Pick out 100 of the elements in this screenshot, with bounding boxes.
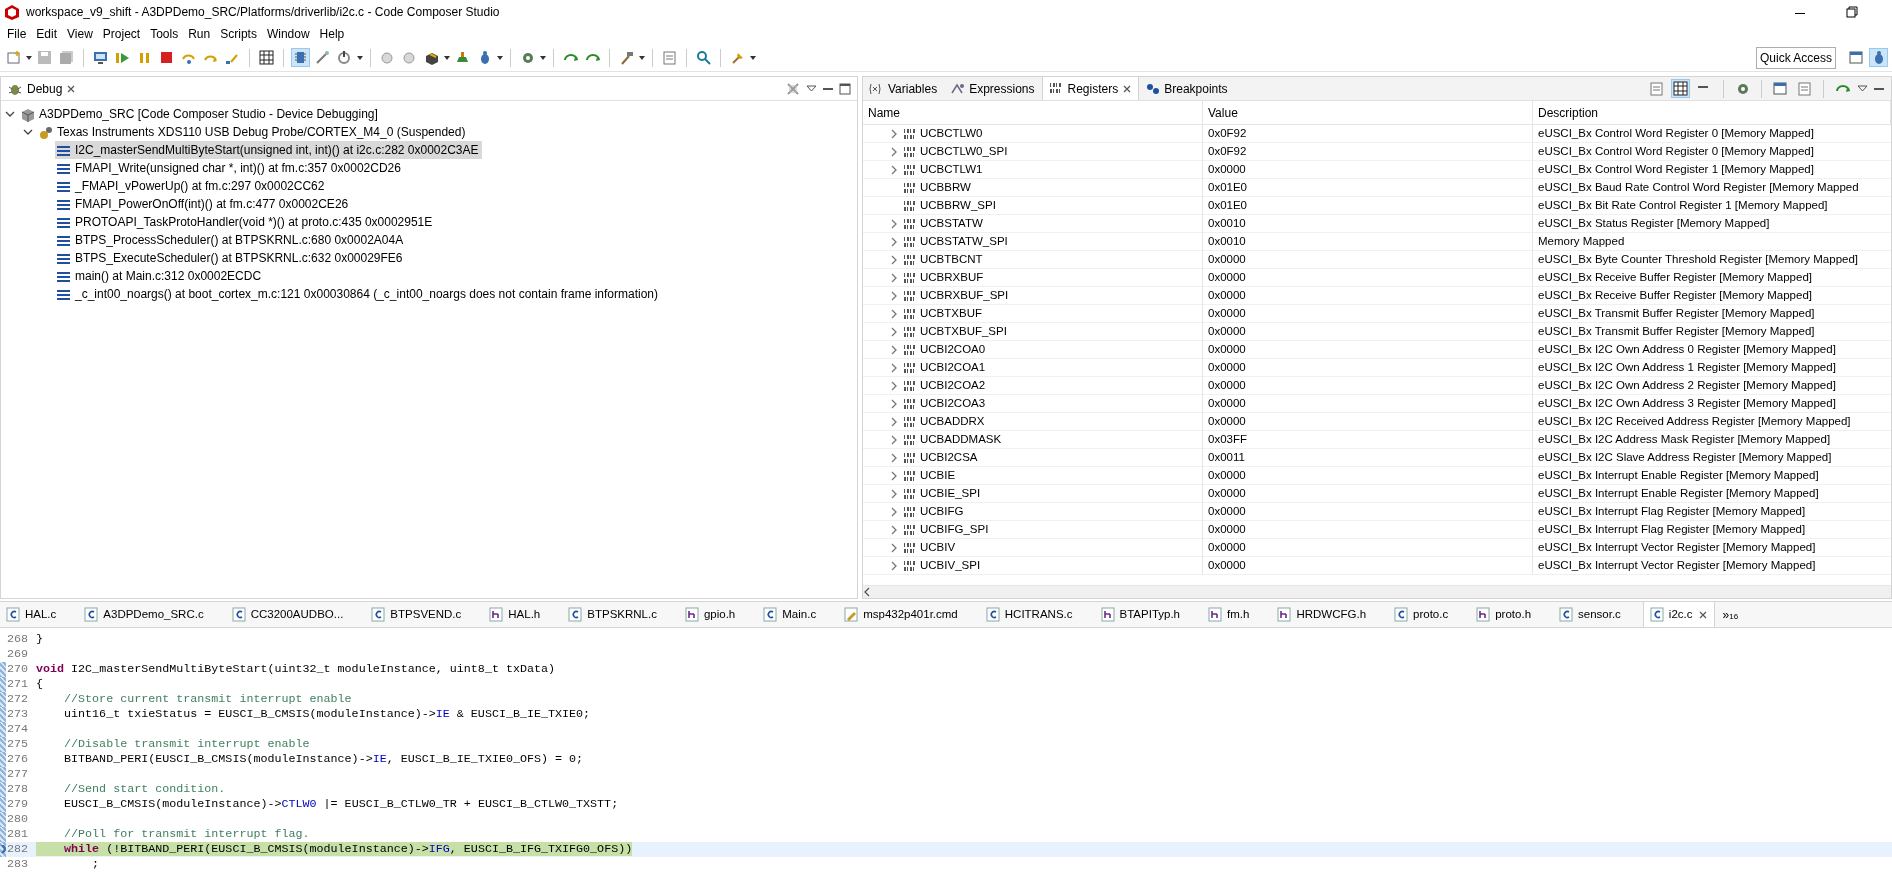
monitor-icon[interactable]	[93, 50, 108, 65]
caret-icon[interactable]	[444, 55, 450, 60]
tree-item[interactable]: A3DPDemo_SRC [Code Composer Studio - Device Debugging]	[19, 105, 381, 123]
expand-chevron-icon[interactable]	[889, 254, 899, 265]
tree-item[interactable]: _c_int00_noargs() at boot_cortex_m.c:121 0x00030864 (_c_int00_noargs does not contain frame information)	[55, 285, 662, 303]
expand-chevron-icon[interactable]	[889, 290, 899, 301]
expand-chevron-icon[interactable]	[889, 164, 899, 175]
expand-chevron-icon[interactable]	[889, 506, 899, 517]
save-all-icon[interactable]	[59, 50, 74, 65]
quick-access-field[interactable]: Quick Access	[1755, 46, 1836, 69]
menu-item[interactable]: Project	[99, 25, 148, 43]
tree-item[interactable]: FMAPI_Write(unsigned char *, int)() at fm.c:357 0x0002CD26	[55, 159, 404, 177]
expand-chevron-icon[interactable]	[889, 344, 899, 355]
caret-icon[interactable]	[26, 55, 32, 60]
expand-chevron-icon[interactable]	[889, 470, 899, 481]
tree-item[interactable]: Texas Instruments XDS110 USB Debug Probe/CORTEX_M4_0 (Suspended)	[37, 123, 469, 141]
expand-chevron-icon[interactable]	[889, 398, 899, 409]
expand-chevron-icon[interactable]	[889, 326, 899, 337]
editor-tab[interactable]: HCITRANS.c	[979, 602, 1095, 627]
close-icon[interactable]	[1697, 609, 1708, 620]
wand-icon[interactable]	[315, 50, 330, 65]
caret-icon[interactable]	[497, 55, 503, 60]
menu-item[interactable]: View	[64, 25, 100, 43]
editor-tab[interactable]: msp432p401r.cmd	[838, 602, 980, 627]
editor-tab[interactable]: proto.c	[1388, 602, 1471, 627]
editor-tab[interactable]: BTPSVEND.c	[365, 602, 484, 627]
tree-item[interactable]: BTPS_ExecuteScheduler() at BTPSKRNL.c:632 0x00029FE6	[55, 249, 406, 267]
menu-item[interactable]: Help	[316, 25, 352, 43]
expand-chevron-icon[interactable]	[889, 524, 899, 535]
expand-chevron-icon[interactable]	[889, 146, 899, 157]
breakpoint-icon[interactable]	[402, 50, 417, 65]
build-icon[interactable]	[455, 50, 470, 65]
perspective-icon[interactable]	[1849, 50, 1864, 65]
restore-icon[interactable]	[1846, 6, 1858, 18]
expand-chevron-icon[interactable]	[889, 416, 899, 427]
expand-chevron-icon[interactable]	[889, 380, 899, 391]
menu-item[interactable]: Edit	[33, 25, 65, 43]
menu-item[interactable]: File	[4, 25, 34, 43]
menu-item[interactable]: Scripts	[217, 25, 264, 43]
column-header[interactable]: Description	[1533, 101, 1891, 125]
editor-tab[interactable]: BTPSKRNL.c	[562, 602, 679, 627]
column-header[interactable]: Name	[863, 101, 1203, 125]
view-tab[interactable]: Breakpoints	[1139, 77, 1235, 100]
hammer-icon[interactable]	[619, 50, 634, 65]
expand-chevron-icon[interactable]	[889, 236, 899, 247]
view-menu-icon[interactable]	[1857, 84, 1868, 93]
caret-icon[interactable]	[540, 55, 546, 60]
tree-item[interactable]: I2C_masterSendMultiByteStart(unsigned int, int)() at i2c.c:282 0x0002C3AE	[55, 141, 482, 159]
editor-tab[interactable]: gpio.h	[678, 602, 758, 627]
tree-item[interactable]: PROTOAPI_TaskProtoHandler(void *)() at proto.c:435 0x0002951E	[55, 213, 436, 231]
menu-item[interactable]: Run	[185, 25, 218, 43]
expand-chevron-icon[interactable]	[23, 127, 33, 137]
expand-chevron-icon[interactable]	[889, 452, 899, 463]
view-tab[interactable]: Registers	[1041, 77, 1140, 100]
expand-chevron-icon[interactable]	[889, 488, 899, 499]
editor-tab[interactable]: proto.h	[1470, 602, 1554, 627]
expand-chevron-icon[interactable]	[889, 434, 899, 445]
editor-tab[interactable]: sensor.c	[1553, 602, 1643, 627]
tree-item[interactable]: BTPS_ProcessScheduler() at BTPSKRNL.c:680 0x0002A04A	[55, 231, 407, 249]
search-icon[interactable]	[696, 50, 711, 65]
view-tab[interactable]: Debug	[27, 79, 63, 98]
new-file-icon[interactable]	[6, 50, 21, 65]
editor-tab[interactable]: A3DPDemo_SRC.c	[78, 602, 226, 627]
expand-chevron-icon[interactable]	[5, 109, 15, 119]
chip-icon[interactable]	[293, 50, 308, 65]
tree-item[interactable]: _FMAPI_vPowerUp() at fm.c:297 0x0002CC62	[55, 177, 328, 195]
resume-icon[interactable]	[115, 50, 130, 65]
caret-icon[interactable]	[639, 55, 645, 60]
pin-icon[interactable]	[730, 50, 745, 65]
grid-icon[interactable]	[259, 50, 274, 65]
breakpoint-icon[interactable]	[380, 50, 395, 65]
maximize-icon[interactable]	[839, 82, 851, 95]
expand-chevron-icon[interactable]	[889, 362, 899, 373]
caret-icon[interactable]	[357, 55, 363, 60]
menu-item[interactable]: Tools	[147, 25, 186, 43]
view-tab[interactable]: Variables	[863, 77, 945, 100]
close-icon[interactable]	[1122, 83, 1133, 94]
tree-item[interactable]: main() at Main.c:312 0x0002ECDC	[55, 267, 265, 285]
column-header[interactable]: Value	[1203, 101, 1533, 125]
view-menu-icon[interactable]	[806, 84, 817, 93]
expand-chevron-icon[interactable]	[889, 560, 899, 571]
expand-chevron-icon[interactable]	[889, 218, 899, 229]
package-icon[interactable]	[424, 50, 439, 65]
close-icon[interactable]	[66, 83, 77, 94]
editor-tab[interactable]: i2c.c	[1642, 602, 1715, 627]
tree-item[interactable]: FMAPI_PowerOnOff(int)() at fm.c:477 0x0002CE26	[55, 195, 352, 213]
caret-icon[interactable]	[750, 55, 756, 60]
editor-tab[interactable]: HRDWCFG.h	[1271, 602, 1389, 627]
editor-tab[interactable]: HAL.h	[483, 602, 563, 627]
expand-chevron-icon[interactable]	[889, 272, 899, 283]
menu-item[interactable]: Window	[263, 25, 317, 43]
terminate-icon[interactable]	[159, 50, 174, 65]
view-tab[interactable]: Expressions	[944, 77, 1042, 100]
expand-chevron-icon[interactable]	[889, 128, 899, 139]
suspend-icon[interactable]	[137, 50, 152, 65]
columns-icon[interactable]	[1673, 81, 1688, 96]
expand-chevron-icon[interactable]	[889, 542, 899, 553]
editor-tab[interactable]: HAL.c	[0, 602, 79, 627]
expand-chevron-icon[interactable]	[889, 308, 899, 319]
editor-tab[interactable]: CC3200AUDBO...	[225, 602, 366, 627]
